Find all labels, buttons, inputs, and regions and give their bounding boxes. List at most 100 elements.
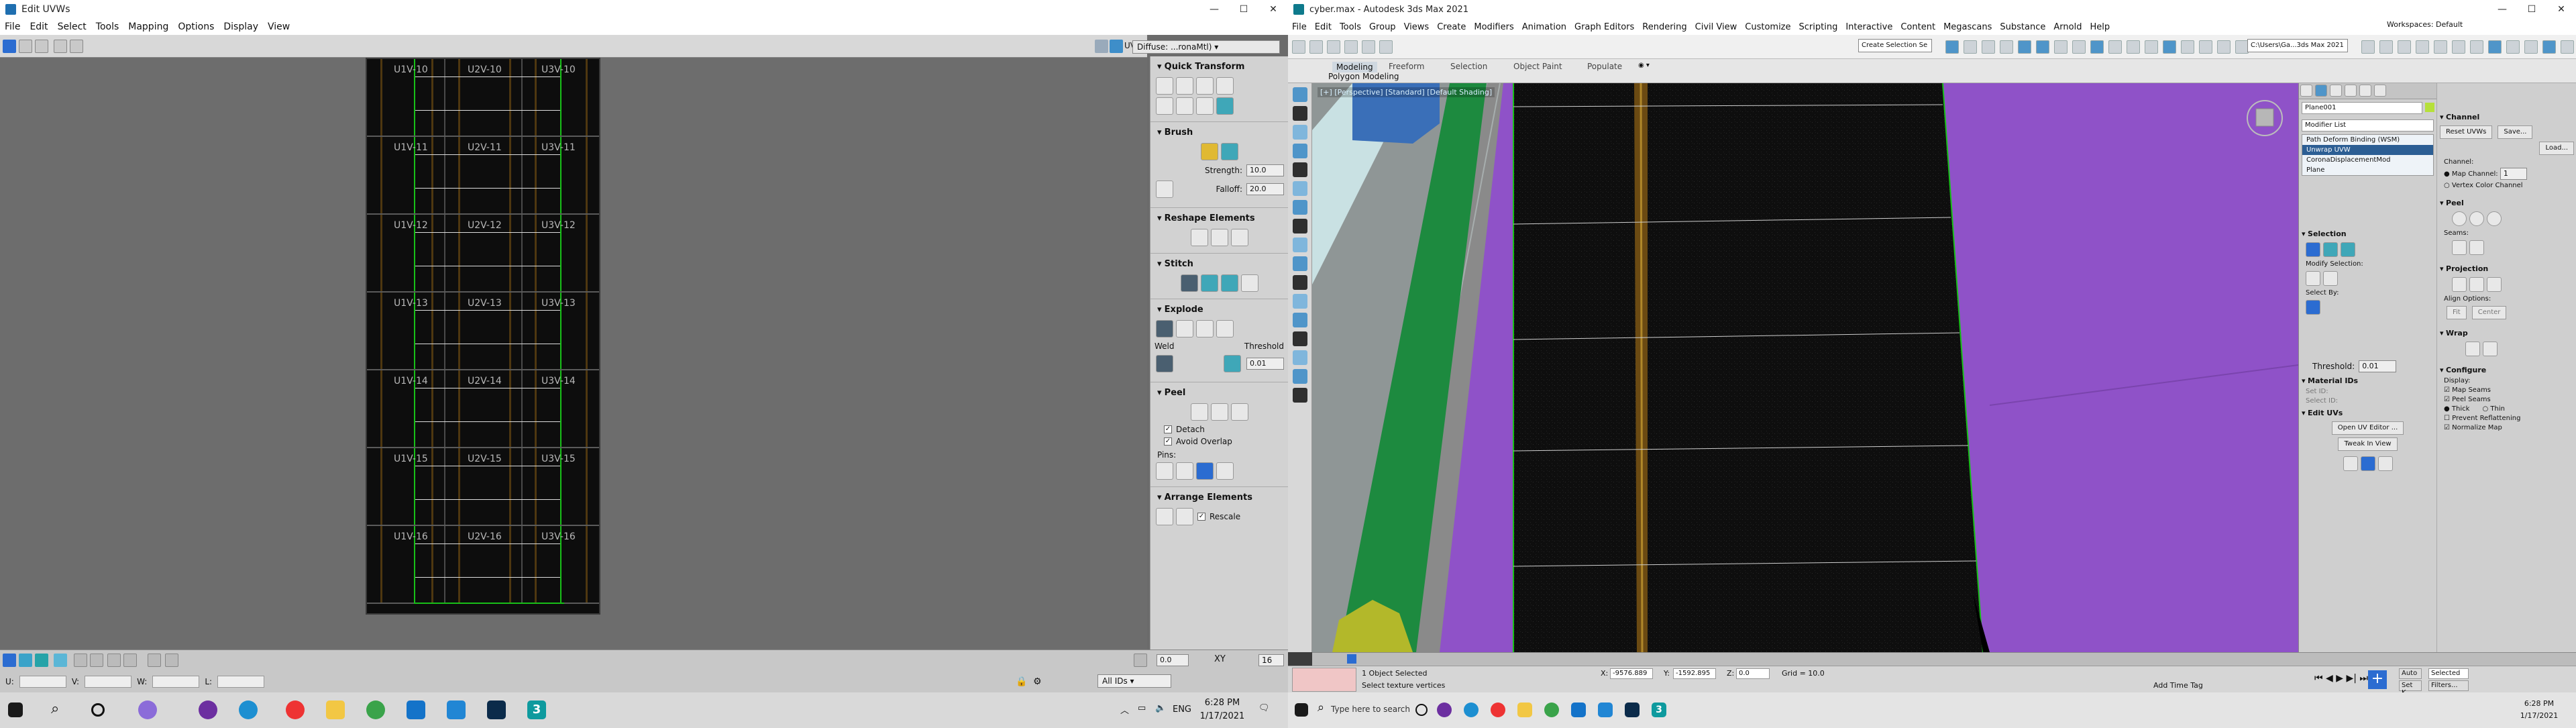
- avoid-overlap-checkbox[interactable]: ✓ Avoid Overlap: [1164, 437, 1275, 446]
- stack-item-path-deform[interactable]: Path Deform Binding (WSM): [2302, 135, 2433, 145]
- time-slider[interactable]: [1347, 654, 1356, 664]
- yandex-icon[interactable]: [286, 700, 305, 719]
- flatten-icon[interactable]: [1196, 320, 1214, 337]
- flip-icon[interactable]: [1156, 97, 1173, 115]
- uv-edge[interactable]: [415, 232, 560, 233]
- pin-icon[interactable]: [1156, 462, 1173, 480]
- max-menu-edit[interactable]: Edit: [1311, 22, 1336, 32]
- selection-set-dropdown[interactable]: Create Selection Se: [1858, 39, 1932, 52]
- play-icon[interactable]: ⏮ ◀ ▶ ▶| ⏭: [2314, 673, 2368, 684]
- tor-browser-icon[interactable]: [199, 700, 217, 719]
- chrome-icon[interactable]: [366, 700, 385, 719]
- straighten-icon[interactable]: [1216, 97, 1234, 115]
- clock-time[interactable]: 6:28 PM: [2516, 699, 2563, 708]
- max-menu-rendering[interactable]: Rendering: [1638, 22, 1690, 32]
- angle-icon[interactable]: [1293, 106, 1307, 121]
- grow-sel-icon[interactable]: [2306, 271, 2320, 286]
- load-uvs-button[interactable]: Load...: [2539, 142, 2574, 155]
- polygon-modeling-label[interactable]: Polygon Modeling: [1328, 72, 1399, 81]
- pack-icon[interactable]: [1156, 508, 1173, 525]
- schematic-view-icon[interactable]: [2470, 40, 2483, 54]
- utilities-tab-icon[interactable]: [2374, 85, 2386, 97]
- toggle-scene-explorer-icon[interactable]: [2398, 40, 2411, 54]
- edit-uvs-title[interactable]: Edit UVs: [2302, 409, 2434, 417]
- shape-icon[interactable]: [1293, 313, 1307, 327]
- pivot-icon[interactable]: [2108, 40, 2122, 54]
- uv-edge[interactable]: [415, 154, 560, 155]
- chrome-icon[interactable]: [1544, 703, 1559, 717]
- max-menu-tools[interactable]: Tools: [1336, 22, 1365, 32]
- window-crossing-icon[interactable]: [2000, 40, 2013, 54]
- max-menu-scripting[interactable]: Scripting: [1795, 22, 1842, 32]
- unpin-icon[interactable]: [1176, 462, 1193, 480]
- clock-date[interactable]: 1/17/2021: [1195, 711, 1249, 721]
- maximize-icon[interactable]: ☐: [2517, 0, 2546, 19]
- face-sel-icon[interactable]: [2341, 242, 2355, 257]
- max-menu-substance[interactable]: Substance: [1996, 22, 2049, 32]
- spinner-snap-icon[interactable]: [2217, 40, 2231, 54]
- checker-icon[interactable]: [1110, 40, 1123, 53]
- brush-line-icon[interactable]: [1156, 180, 1173, 198]
- max-menu-file[interactable]: File: [1288, 22, 1311, 32]
- map-dropdown[interactable]: Diffuse: ...ronaMtl) ▾: [1132, 40, 1280, 54]
- percent-icon[interactable]: [1293, 125, 1307, 140]
- link-icon[interactable]: [1327, 40, 1340, 54]
- angle-snap-icon[interactable]: [2181, 40, 2194, 54]
- particles-icon[interactable]: [1293, 294, 1307, 309]
- menu-view[interactable]: View: [263, 21, 294, 32]
- sphere-proj-icon[interactable]: [2487, 277, 2502, 292]
- auto-pin-icon[interactable]: [1196, 462, 1214, 480]
- element-mode-icon[interactable]: [54, 654, 67, 667]
- toggle-ribbon-icon[interactable]: [2434, 40, 2447, 54]
- reset-uvws-button[interactable]: Reset UVWs: [2440, 125, 2493, 139]
- xref-icon[interactable]: [1293, 369, 1307, 384]
- render-setup-icon[interactable]: [2506, 40, 2520, 54]
- vertex-mode-icon[interactable]: [3, 654, 16, 667]
- space-warp-icon[interactable]: [1293, 256, 1307, 271]
- render-iterative-icon[interactable]: [2561, 40, 2574, 54]
- move-icon[interactable]: [3, 40, 16, 53]
- max-menu-graph-editors[interactable]: Graph Editors: [1570, 22, 1638, 32]
- freeze-icon[interactable]: [1293, 162, 1307, 177]
- select-move-icon[interactable]: [2018, 40, 2031, 54]
- select-scale-icon[interactable]: [2054, 40, 2068, 54]
- channel-title[interactable]: Channel: [2440, 113, 2574, 121]
- peel-mode-icon[interactable]: [1210, 403, 1228, 421]
- menu-file[interactable]: File: [0, 21, 25, 32]
- menu-mapping[interactable]: Mapping: [123, 21, 173, 32]
- menu-select[interactable]: Select: [53, 21, 91, 32]
- max-menu-animation[interactable]: Animation: [1518, 22, 1570, 32]
- arrange-title[interactable]: Arrange Elements: [1155, 490, 1284, 507]
- map-seams-checkbox[interactable]: ☑ Map Seams: [2444, 386, 2570, 394]
- spline-map-icon[interactable]: [2465, 342, 2480, 356]
- clock-date[interactable]: 1/17/2021: [2516, 711, 2563, 720]
- object-color-swatch[interactable]: [2425, 103, 2434, 112]
- stitch-title[interactable]: Stitch: [1155, 256, 1284, 273]
- project-path-dropdown[interactable]: C:\Users\Ga...3ds Max 2021: [2247, 39, 2348, 52]
- clock-time[interactable]: 6:28 PM: [1195, 698, 1249, 708]
- max-menu-arnold[interactable]: Arnold: [2049, 22, 2086, 32]
- quick-transform-title[interactable]: Quick Transform: [1155, 59, 1284, 76]
- redo-icon[interactable]: [1309, 40, 1323, 54]
- material-id-dropdown[interactable]: All IDs ▾: [1097, 674, 1171, 688]
- task-view-icon[interactable]: [91, 703, 105, 717]
- edit-seams-icon[interactable]: [2452, 240, 2467, 255]
- soft-select-icon[interactable]: [148, 654, 161, 667]
- edge-icon[interactable]: [239, 700, 258, 719]
- thick-radio[interactable]: ● Thick: [2444, 405, 2469, 413]
- select-object-icon[interactable]: [1945, 40, 1959, 54]
- rotate-cw-icon[interactable]: [1176, 97, 1193, 115]
- peel-seams-checkbox[interactable]: ☑ Peel Seams: [2444, 396, 2570, 403]
- uv-edge[interactable]: [415, 188, 560, 189]
- display-tab-icon[interactable]: [2359, 85, 2371, 97]
- close-icon[interactable]: ✕: [1258, 0, 1288, 19]
- modifier-list-dropdown[interactable]: Modifier List: [2302, 119, 2434, 132]
- create-tab-icon[interactable]: [2300, 85, 2312, 97]
- max-menu-content[interactable]: Content: [1896, 22, 1939, 32]
- workspaces-dropdown[interactable]: Workspaces: Default: [2387, 20, 2463, 29]
- weld-target-icon[interactable]: [1224, 355, 1241, 372]
- minimize-icon[interactable]: —: [2487, 0, 2517, 19]
- strength-spinner[interactable]: 10.0: [1246, 164, 1284, 176]
- uv-edge[interactable]: [415, 310, 560, 311]
- menu-edit[interactable]: Edit: [25, 21, 52, 32]
